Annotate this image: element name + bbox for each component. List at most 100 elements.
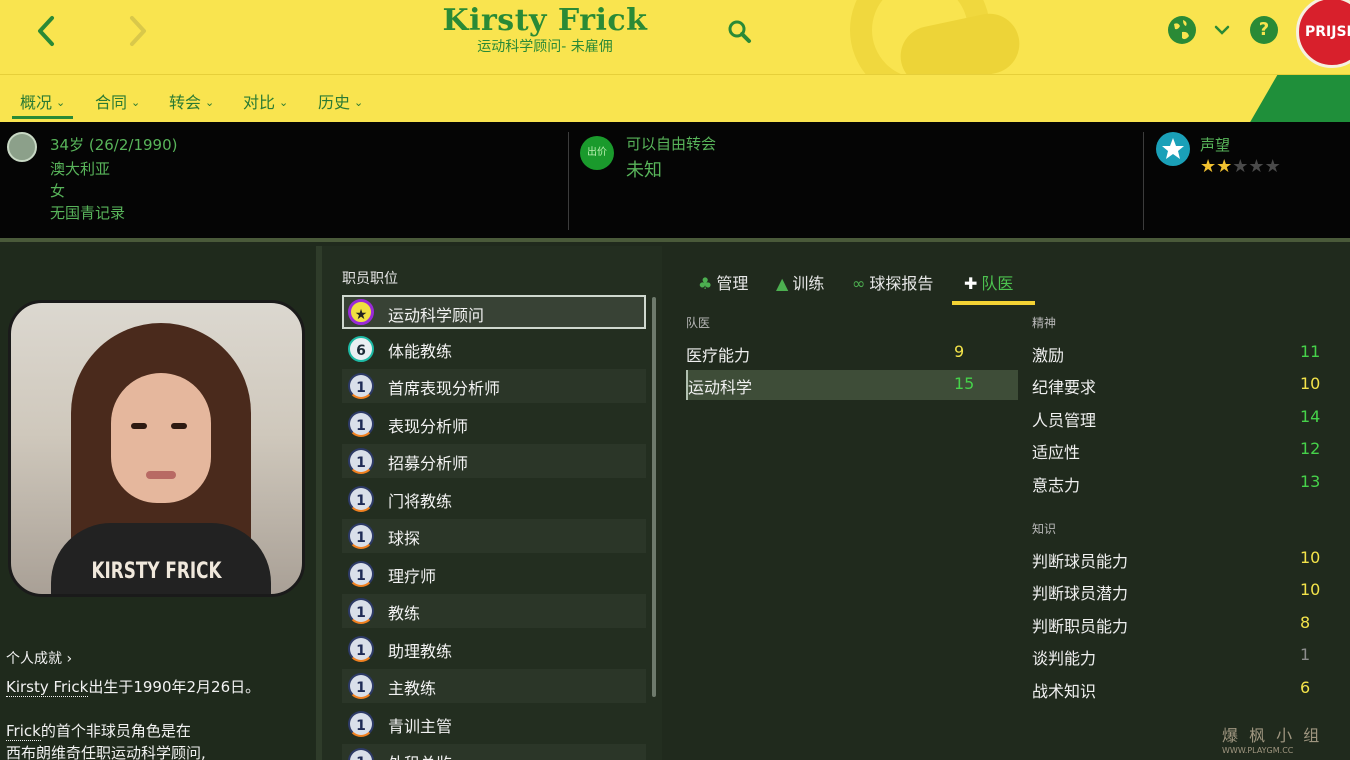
attribute-value: 1 bbox=[1300, 645, 1311, 664]
transfer-status: 可以自由转会 bbox=[626, 135, 717, 153]
bio-line: Frick的首个非球员角色是在 bbox=[6, 720, 191, 742]
list-item[interactable]: 1 外租总监 bbox=[342, 744, 646, 760]
bio-text: 出生于1990年2月26日。 bbox=[88, 678, 261, 696]
transfer-value: 未知 bbox=[626, 160, 662, 181]
help-icon[interactable]: ? bbox=[1250, 16, 1278, 44]
attribute-row[interactable]: 判断球员潜力 10 bbox=[1032, 576, 1322, 606]
list-item[interactable]: 1 表现分析师 bbox=[342, 407, 646, 441]
tab-management[interactable]: ♣ 管理 bbox=[698, 270, 748, 294]
list-title: 职员职位 bbox=[342, 271, 398, 287]
star-filled-icon: ★ bbox=[1216, 156, 1233, 177]
list-item[interactable]: 1 教练 bbox=[342, 594, 646, 628]
tab-label: 概况 bbox=[20, 93, 53, 112]
list-item[interactable]: 1 门将教练 bbox=[342, 482, 646, 516]
list-item[interactable]: 1 球探 bbox=[342, 519, 646, 553]
role-rank-badge: 1 bbox=[348, 748, 374, 760]
forward-arrow-icon[interactable] bbox=[122, 14, 154, 48]
attribute-row[interactable]: 医疗能力 9 bbox=[686, 338, 1018, 368]
attribute-row[interactable]: 人员管理 14 bbox=[1032, 403, 1322, 433]
chevron-down-icon[interactable] bbox=[1212, 20, 1232, 40]
role-rank-badge: 1 bbox=[348, 373, 374, 399]
globe-icon[interactable] bbox=[1166, 14, 1198, 46]
attribute-row[interactable]: 运动科学 15 bbox=[686, 370, 1018, 400]
list-item[interactable]: 6 体能教练 bbox=[342, 332, 646, 366]
star-badge-icon: ★ bbox=[348, 299, 374, 325]
attribute-row[interactable]: 战术知识 6 bbox=[1032, 674, 1322, 704]
attribute-label: 医疗能力 bbox=[686, 346, 751, 365]
list-item[interactable]: 1 首席表现分析师 bbox=[342, 369, 646, 403]
person-subtitle: 运动科学顾问- 未雇佣 bbox=[477, 39, 613, 55]
attribute-label: 判断职员能力 bbox=[1032, 617, 1129, 636]
role-rank-badge: 1 bbox=[348, 486, 374, 512]
tab-scouting[interactable]: ∞ 球探报告 bbox=[852, 270, 933, 294]
achievements-link[interactable]: 个人成就 › bbox=[6, 648, 72, 668]
role-rank-badge: 1 bbox=[348, 448, 374, 474]
main-tab-bar: 概况 ⌄ 合同 ⌄ 转会 ⌄ 对比 ⌄ 历史 ⌄ bbox=[0, 74, 1350, 122]
role-label: 球探 bbox=[388, 529, 421, 548]
portrait-shape bbox=[171, 423, 187, 429]
attribute-value: 8 bbox=[1300, 613, 1311, 632]
tab-history[interactable]: 历史 ⌄ bbox=[318, 89, 363, 119]
section-title: 队医 bbox=[686, 316, 711, 330]
person-link[interactable]: Kirsty Frick bbox=[6, 678, 89, 697]
back-arrow-icon[interactable] bbox=[30, 14, 62, 48]
tab-contract[interactable]: 合同 ⌄ bbox=[95, 89, 140, 119]
scrollbar[interactable] bbox=[652, 297, 656, 697]
club-badge-button[interactable]: PRIJSE bbox=[1296, 0, 1350, 68]
attribute-label: 纪律要求 bbox=[1032, 378, 1097, 397]
role-label: 理疗师 bbox=[388, 567, 437, 586]
attribute-row[interactable]: 意志力 13 bbox=[1032, 468, 1322, 498]
role-label: 外租总监 bbox=[388, 750, 452, 760]
age-dob: 34岁 (26/2/1990) bbox=[50, 136, 178, 154]
role-rank-badge: 1 bbox=[348, 711, 374, 737]
attribute-label: 判断球员能力 bbox=[1032, 552, 1129, 571]
attribute-label: 激励 bbox=[1032, 346, 1065, 365]
transfer-bid-icon[interactable]: 出价 bbox=[580, 136, 614, 170]
role-label: 表现分析师 bbox=[388, 417, 469, 436]
watermark-text: 爆 枫 小 组 bbox=[1222, 726, 1323, 745]
list-item[interactable]: 1 理疗师 bbox=[342, 557, 646, 591]
list-item[interactable]: 1 助理教练 bbox=[342, 632, 646, 666]
attribute-label: 适应性 bbox=[1032, 443, 1081, 462]
person-tree-icon: ♣ bbox=[698, 274, 713, 293]
section-title: 知识 bbox=[1032, 522, 1057, 536]
tab-training[interactable]: ▲ 训练 bbox=[776, 270, 824, 294]
watermark: 爆 枫 小 组 WWW.PLAYGM.CC bbox=[1222, 722, 1322, 755]
list-item[interactable]: 1 主教练 bbox=[342, 669, 646, 703]
person-header: Kirsty Frick 运动科学顾问- 未雇佣 bbox=[380, 4, 710, 56]
attribute-row[interactable]: 判断职员能力 8 bbox=[1032, 609, 1322, 639]
search-icon[interactable] bbox=[726, 18, 752, 44]
attribute-value: 14 bbox=[1300, 407, 1321, 426]
nation[interactable]: 澳大利亚 bbox=[50, 158, 110, 179]
list-item[interactable]: 1 青训主管 bbox=[342, 707, 646, 741]
person-link[interactable]: Frick bbox=[6, 722, 41, 741]
role-label: 体能教练 bbox=[388, 342, 453, 361]
attribute-row[interactable]: 判断球员能力 10 bbox=[1032, 544, 1322, 574]
attribute-row[interactable]: 激励 11 bbox=[1032, 338, 1322, 368]
tab-overview[interactable]: 概况 ⌄ bbox=[12, 89, 74, 119]
attribute-row[interactable]: 谈判能力 1 bbox=[1032, 641, 1322, 671]
chevron-down-icon: ⌄ bbox=[131, 96, 141, 109]
tab-label: 对比 bbox=[243, 93, 276, 112]
reputation-stars: ★★★★★ bbox=[1200, 156, 1281, 177]
chevron-down-icon: ⌄ bbox=[205, 96, 215, 109]
attribute-value: 10 bbox=[1300, 374, 1321, 393]
tab-transfer[interactable]: 转会 ⌄ bbox=[169, 89, 214, 119]
role-rank-badge: 1 bbox=[348, 598, 374, 624]
attribute-row[interactable]: 适应性 12 bbox=[1032, 435, 1322, 465]
watermark-url: WWW.PLAYGM.CC bbox=[1222, 746, 1294, 755]
attribute-label: 人员管理 bbox=[1032, 411, 1097, 430]
youth-record: 无国青记录 bbox=[50, 204, 126, 222]
reputation-star-icon bbox=[1156, 132, 1190, 166]
club-link[interactable]: 西布朗维奇任职运动科学顾问, bbox=[6, 744, 206, 760]
list-item[interactable]: 1 招募分析师 bbox=[342, 444, 646, 478]
attribute-value: 12 bbox=[1300, 439, 1321, 458]
list-item[interactable]: ★ 运动科学顾问 bbox=[342, 295, 646, 329]
tab-medical[interactable]: ✚ 队医 bbox=[964, 270, 1013, 294]
bio-line: Kirsty Frick出生于1990年2月26日。 bbox=[6, 676, 260, 698]
gender: 女 bbox=[50, 182, 66, 200]
attribute-value: 13 bbox=[1300, 472, 1321, 491]
attribute-row[interactable]: 纪律要求 10 bbox=[1032, 370, 1322, 400]
bio-text: 的首个非球员角色是在 bbox=[40, 722, 191, 740]
tab-compare[interactable]: 对比 ⌄ bbox=[243, 89, 288, 119]
